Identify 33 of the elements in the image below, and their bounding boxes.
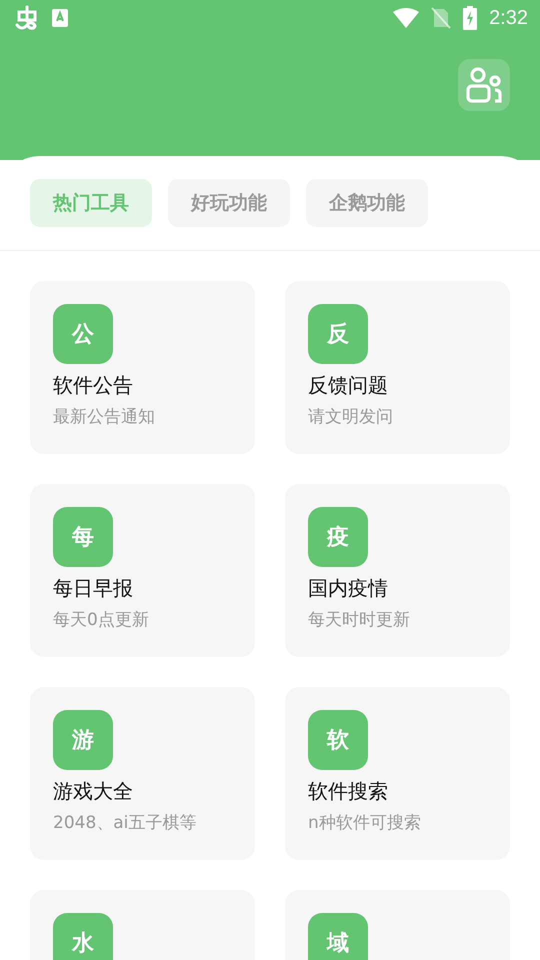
battery-charging-icon [463,6,478,30]
clock-time: 2:32 [489,6,528,30]
tool-subtitle: 请文明发问 [308,406,394,428]
tool-badge: 游 [53,710,113,770]
tool-title: 反馈问题 [308,372,389,399]
tool-subtitle: 2048、ai五子棋等 [53,812,198,834]
tool-badge: 软 [308,710,368,770]
tool-card[interactable]: 每 每日早报 每天0点更新 [30,484,255,657]
tool-subtitle: 每天0点更新 [53,609,150,631]
tool-subtitle: 最新公告通知 [53,406,156,428]
tool-card[interactable]: 反 反馈问题 请文明发问 [285,281,510,454]
tool-card[interactable]: 软 软件搜索 n种软件可搜索 [285,687,510,860]
people-icon [464,66,504,104]
tool-badge: 每 [53,507,113,567]
tool-title: 游戏大全 [53,778,134,805]
tool-card[interactable]: 游 游戏大全 2048、ai五子棋等 [30,687,255,860]
tool-card[interactable]: 公 软件公告 最新公告通知 [30,281,255,454]
tool-subtitle: 每天时时更新 [308,609,411,631]
tool-title: 每日早报 [53,575,134,602]
tool-badge: 域 [308,913,368,960]
wifi-icon [393,8,420,28]
tool-subtitle: n种软件可搜索 [308,812,422,834]
tool-title: 国内疫情 [308,575,389,602]
tool-badge: 水 [53,913,113,960]
notification-icon [52,9,68,27]
contacts-button[interactable] [458,59,510,111]
tool-title: 软件搜索 [308,778,389,805]
tool-title: 软件公告 [53,372,134,399]
tool-badge: 反 [308,304,368,364]
tool-card[interactable]: 疫 国内疫情 每天时时更新 [285,484,510,657]
tool-badge: 公 [53,304,113,364]
no-sim-icon [431,7,452,29]
tool-badge: 疫 [308,507,368,567]
